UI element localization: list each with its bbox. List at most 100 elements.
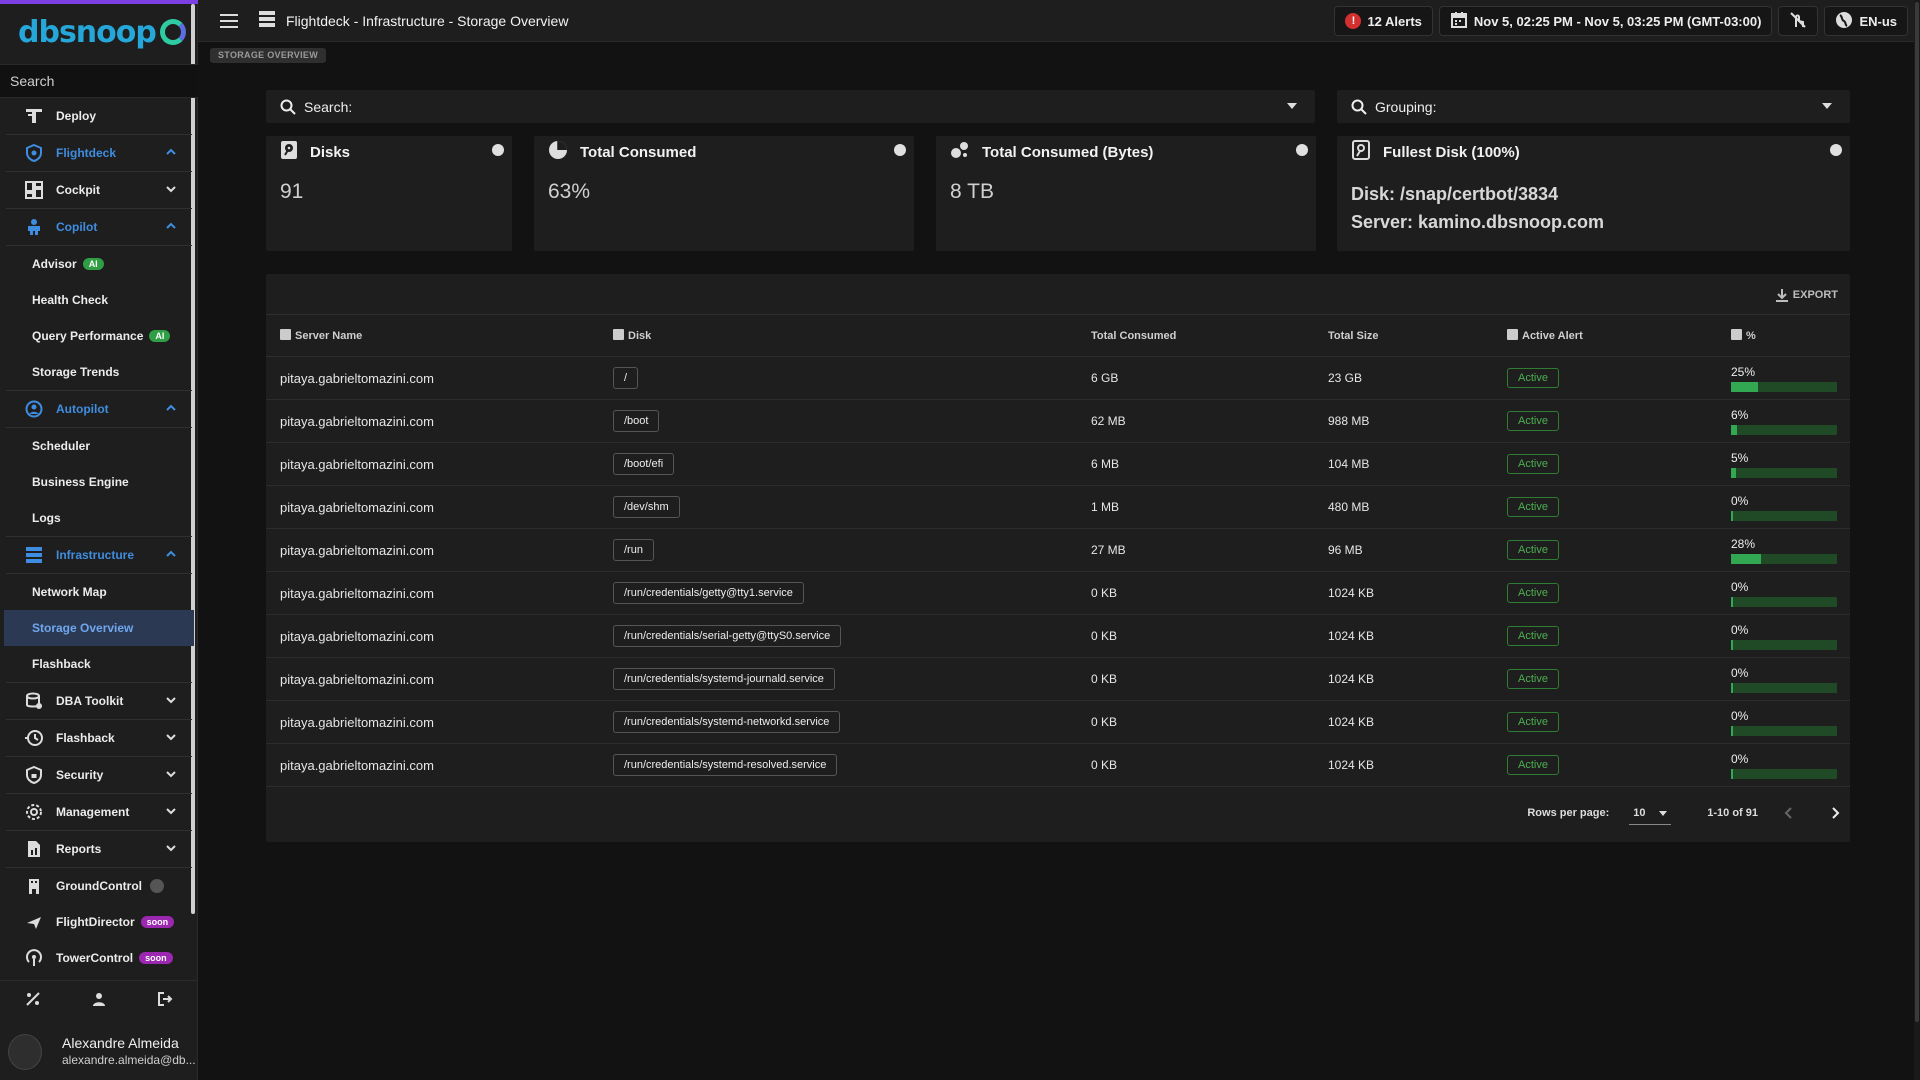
page-scrollbar[interactable]: [1914, 0, 1920, 1080]
disk-chip[interactable]: /: [613, 367, 639, 389]
status-badge[interactable]: Active: [1507, 368, 1559, 388]
percent-cell: 0%: [1731, 657, 1850, 701]
info-icon[interactable]: [1830, 144, 1842, 156]
table-row[interactable]: pitaya.gabrieltomazini.com/run/credentia…: [266, 700, 1850, 744]
user-card[interactable]: Alexandre Almeida alexandre.almeida@db..…: [0, 1024, 198, 1080]
percent-tool-icon[interactable]: [25, 991, 41, 1010]
table-row[interactable]: pitaya.gabrieltomazini.com/boot 62 MB 988 …: [266, 399, 1850, 443]
page-scrollbar-thumb[interactable]: [1915, 2, 1919, 1022]
sidebar-item-cockpit[interactable]: Cockpit: [0, 172, 198, 208]
dropdown-caret-icon[interactable]: [1287, 103, 1297, 109]
sidebar-item-scheduler[interactable]: Scheduler: [0, 428, 198, 464]
sidebar-item-label: GroundControl: [56, 879, 142, 893]
sidebar-item-storage-trends[interactable]: Storage Trends: [0, 354, 198, 390]
column-header-alert[interactable]: Active Alert: [1507, 314, 1731, 357]
disk-chip[interactable]: /run/credentials/systemd-resolved.servic…: [613, 754, 838, 776]
sidebar-item-security[interactable]: Security: [0, 757, 198, 793]
status-badge[interactable]: Active: [1507, 626, 1559, 646]
sidebar-item-deploy[interactable]: Deploy: [0, 98, 198, 134]
size-cell: 988 MB: [1328, 399, 1507, 443]
column-header-percent[interactable]: %: [1731, 314, 1850, 357]
user-profile-icon[interactable]: [91, 991, 107, 1010]
sidebar-item-dba-toolkit[interactable]: DBA Toolkit: [0, 683, 198, 719]
previous-page-button[interactable]: [1774, 798, 1804, 828]
sidebar-item-reports[interactable]: Reports: [0, 831, 198, 867]
info-icon[interactable]: [894, 144, 906, 156]
usage-bar: [1731, 725, 1837, 736]
disk-chip[interactable]: /dev/shm: [613, 496, 680, 518]
sidebar-item-flashback[interactable]: Flashback: [0, 720, 198, 756]
sidebar-item-copilot[interactable]: Copilot: [0, 209, 198, 245]
status-badge[interactable]: Active: [1507, 755, 1559, 775]
table-row[interactable]: pitaya.gabrieltomazini.com/run 27 MB 96 MB…: [266, 528, 1850, 572]
alert-cell: Active: [1507, 356, 1731, 400]
sidebar-item-autopilot[interactable]: Autopilot: [0, 391, 198, 427]
grouping-filter[interactable]: Grouping:: [1337, 90, 1850, 123]
ai-badge: AI: [82, 258, 104, 270]
chevron-down-icon: [166, 697, 176, 704]
table-row[interactable]: pitaya.gabrieltomazini.com/ 6 GB 23 GB Acti…: [266, 356, 1850, 400]
table-row[interactable]: pitaya.gabrieltomazini.com/boot/efi 6 MB 1…: [266, 442, 1850, 486]
sidebar-item-advisor[interactable]: Advisor AI: [0, 246, 198, 282]
column-header-server[interactable]: Server Name: [266, 314, 613, 357]
disk-chip[interactable]: /boot/efi: [613, 453, 675, 475]
sidebar-item-label: Infrastructure: [56, 548, 135, 562]
sidebar-item-towercontrol[interactable]: TowerControl soon: [0, 940, 198, 976]
sidebar-item-logs[interactable]: Logs: [0, 500, 198, 536]
sidebar-item-groundcontrol[interactable]: GroundControl: [0, 868, 198, 904]
table-row[interactable]: pitaya.gabrieltomazini.com/dev/shm 1 MB 48…: [266, 485, 1850, 529]
disk-chip[interactable]: /run/credentials/getty@tty1.service: [613, 582, 804, 604]
sidebar-item-flashback-sub[interactable]: Flashback: [0, 646, 198, 682]
status-badge[interactable]: Active: [1507, 411, 1559, 431]
column-header-consumed[interactable]: Total Consumed: [1091, 314, 1328, 357]
table-row[interactable]: pitaya.gabrieltomazini.com/run/credentia…: [266, 571, 1850, 615]
info-icon[interactable]: [492, 144, 504, 156]
date-range-picker[interactable]: Nov 5, 02:25 PM - Nov 5, 03:25 PM (GMT-0…: [1438, 6, 1773, 36]
info-icon[interactable]: [1296, 144, 1308, 156]
column-header-disk[interactable]: Disk: [613, 314, 1091, 357]
sidebar-item-business-engine[interactable]: Business Engine: [0, 464, 198, 500]
table-row[interactable]: pitaya.gabrieltomazini.com/run/credentia…: [266, 614, 1850, 658]
status-badge[interactable]: Active: [1507, 454, 1559, 474]
table-row[interactable]: pitaya.gabrieltomazini.com/run/credentia…: [266, 657, 1850, 701]
next-page-button[interactable]: [1820, 798, 1850, 828]
download-icon: [1775, 289, 1788, 302]
status-badge[interactable]: Active: [1507, 497, 1559, 517]
status-badge[interactable]: Active: [1507, 540, 1559, 560]
sidebar-item-label: Advisor: [32, 257, 77, 271]
sidebar-accent-bar: [0, 0, 198, 4]
breadcrumb[interactable]: STORAGE OVERVIEW: [210, 48, 326, 63]
status-badge[interactable]: Active: [1507, 712, 1559, 732]
logout-icon[interactable]: [157, 991, 173, 1010]
auto-refresh-toggle[interactable]: [1778, 6, 1819, 36]
sidebar-item-infrastructure[interactable]: Infrastructure: [0, 537, 198, 573]
status-badge[interactable]: Active: [1507, 669, 1559, 689]
status-badge[interactable]: Active: [1507, 583, 1559, 603]
topbar-actions: ! 12 Alerts Nov 5, 02:25 PM - Nov 5, 03:…: [1334, 6, 1908, 36]
alerts-button[interactable]: ! 12 Alerts: [1334, 6, 1433, 36]
sidebar-item-query-performance[interactable]: Query Performance AI: [0, 318, 198, 354]
menu-button[interactable]: [214, 6, 244, 36]
rows-per-page-select[interactable]: 10: [1629, 801, 1672, 825]
language-selector[interactable]: EN-us: [1824, 6, 1908, 36]
sidebar-item-flightdirector[interactable]: FlightDirector soon: [0, 904, 198, 940]
dropdown-caret-icon[interactable]: [1822, 103, 1832, 109]
disk-chip[interactable]: /run/credentials/serial-getty@ttyS0.serv…: [613, 625, 842, 647]
logo[interactable]: dbsnoop: [18, 14, 186, 50]
column-header-size[interactable]: Total Size: [1328, 314, 1507, 357]
disk-chip[interactable]: /run/credentials/systemd-networkd.servic…: [613, 711, 841, 733]
disk-chip[interactable]: /run: [613, 539, 654, 561]
export-button[interactable]: EXPORT: [1775, 288, 1838, 302]
sidebar-item-health-check[interactable]: Health Check: [0, 282, 198, 318]
sidebar-item-network-map[interactable]: Network Map: [0, 574, 198, 610]
sidebar-item-flightdeck[interactable]: Flightdeck: [0, 135, 198, 171]
search-filter[interactable]: Search:: [266, 90, 1315, 123]
sidebar-search-input[interactable]: Search: [0, 64, 198, 98]
disk-chip[interactable]: /boot: [613, 410, 660, 432]
sidebar-item-storage-overview[interactable]: Storage Overview: [4, 610, 194, 646]
sidebar-item-management[interactable]: Management: [0, 794, 198, 830]
total-consumed-card: Total Consumed 63%: [534, 136, 914, 251]
table-row[interactable]: pitaya.gabrieltomazini.com/run/credentia…: [266, 743, 1850, 787]
disk-chip[interactable]: /run/credentials/systemd-journald.servic…: [613, 668, 835, 690]
usage-bar-fill: [1731, 424, 1738, 435]
